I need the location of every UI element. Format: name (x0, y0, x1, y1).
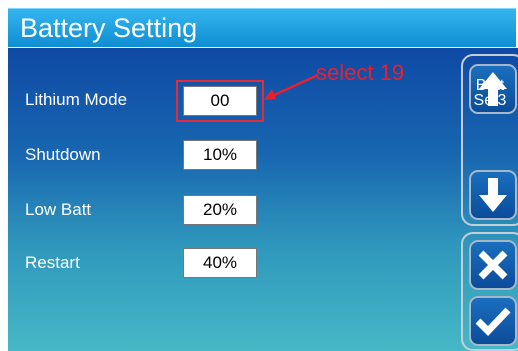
low-batt-label: Low Batt (25, 200, 92, 219)
page-indicator-line1: Batt (475, 77, 505, 94)
action-group (461, 232, 518, 351)
page-indicator-label: Batt Set3 (463, 77, 517, 109)
annotation-text: select 19 (316, 60, 405, 85)
page-title: Battery Setting (20, 13, 198, 43)
annotation-arrow-icon (264, 73, 319, 100)
check-icon (475, 307, 511, 336)
arrow-down-icon (479, 178, 507, 212)
low-batt-field[interactable]: 20% (183, 195, 257, 225)
settings-panel: Lithium Mode 00 Shutdown 10% Low Batt 20… (8, 48, 518, 351)
shutdown-field[interactable]: 10% (183, 140, 257, 170)
lithium-mode-label: Lithium Mode (25, 90, 128, 109)
battery-setting-screen: Battery Setting Lithium Mode 00 Shutdown… (0, 0, 518, 351)
page-indicator-line2: Set3 (473, 92, 507, 109)
confirm-button[interactable] (469, 296, 517, 346)
page-down-button[interactable] (469, 170, 517, 220)
cancel-button[interactable] (469, 240, 517, 290)
restart-field[interactable]: 40% (183, 248, 257, 278)
title-bar: Battery Setting (8, 8, 516, 47)
restart-label: Restart (25, 253, 80, 272)
shutdown-label: Shutdown (25, 145, 101, 164)
annotation-highlight-box (176, 80, 264, 122)
x-icon (478, 250, 508, 280)
